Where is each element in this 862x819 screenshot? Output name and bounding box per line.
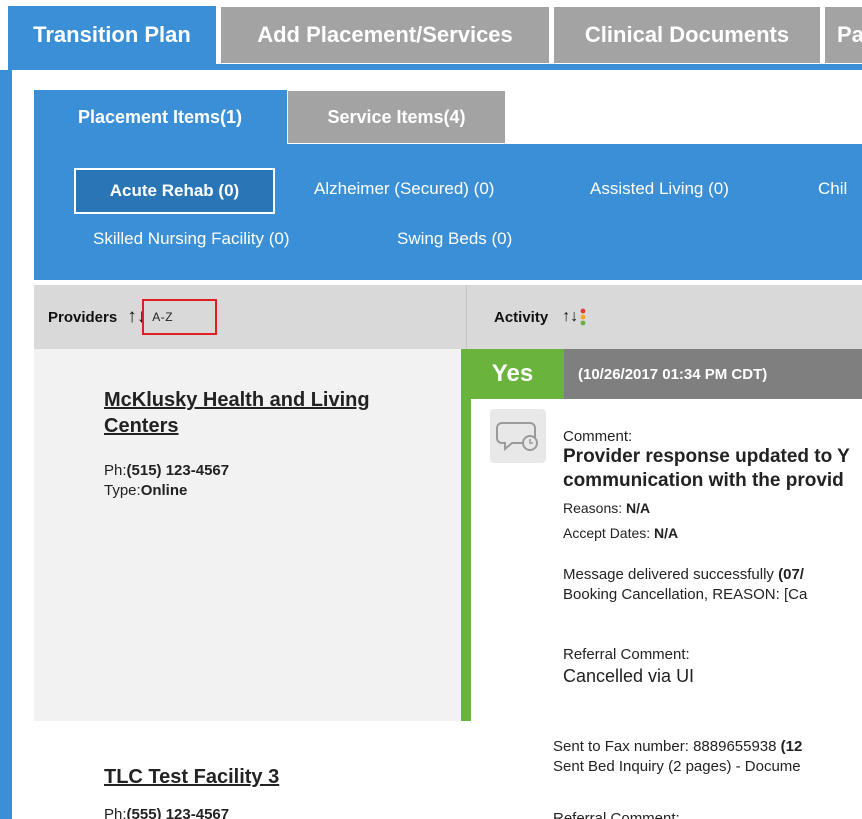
category-label: Acute Rehab (0) [109, 181, 240, 200]
transition-plan-window: Transition Plan Add Placement/Services C… [0, 0, 862, 819]
tab-placement-items[interactable]: Placement Items(1) [34, 90, 286, 144]
activity-header: Activity ↑↓ [467, 285, 862, 349]
provider-name-line: McKlusky Health and Living [104, 389, 370, 411]
category-alzheimer[interactable]: Alzheimer (Secured) (0) [314, 179, 494, 199]
message-delivered-line: Message delivered successfully (07/ [563, 566, 804, 583]
status-text: Yes [491, 360, 534, 387]
provider-name-line: Centers [104, 415, 179, 437]
activity-timestamp: (10/26/2017 01:34 PM CDT) [578, 365, 768, 383]
tab-label: Add Placement/Services [257, 22, 513, 47]
bed-inquiry-line: Sent Bed Inquiry (2 pages) - Docume [553, 758, 801, 775]
booking-cancellation-line: Booking Cancellation, REASON: [Ca [563, 586, 808, 603]
referral-comment-label-partial: Referral Comment: [553, 810, 680, 819]
category-label: Assisted Living (0) [590, 179, 729, 198]
tab-clinical-documents[interactable]: Clinical Documents [553, 6, 821, 64]
placement-panel: Placement Items(1) Service Items(4) Acut… [34, 90, 862, 280]
top-tab-bar: Transition Plan Add Placement/Services C… [8, 6, 862, 66]
comment-label: Comment: [563, 428, 633, 445]
tab-add-placement-services[interactable]: Add Placement/Services [220, 6, 550, 64]
reasons-label: Reasons: [563, 500, 627, 516]
subtab-label: Service Items(4) [327, 106, 466, 127]
left-edge-bar [0, 70, 12, 819]
tab-partial[interactable]: Pa [824, 6, 862, 64]
reasons-line: Reasons: N/A [563, 500, 650, 516]
provider-type: Type:Online [104, 482, 187, 499]
message-date: (07/ [778, 566, 804, 583]
comment-text: communication with the provid [563, 470, 844, 491]
category-acute-rehab[interactable]: Acute Rehab (0) [74, 168, 275, 214]
status-badge: Yes [461, 349, 564, 399]
referral-comment-value: Cancelled via UI [563, 666, 695, 686]
tab-label: Pa [837, 22, 862, 47]
referral-comment-label: Referral Comment: [563, 646, 690, 663]
category-label: Skilled Nursing Facility (0) [93, 229, 290, 248]
tab-service-items[interactable]: Service Items(4) [287, 90, 506, 144]
message-text: Message delivered successfully [563, 566, 779, 583]
accept-dates-line: Accept Dates: N/A [563, 525, 678, 541]
tab-transition-plan[interactable]: Transition Plan [8, 6, 216, 64]
fax-date: (12 [780, 738, 803, 755]
sort-highlight-box [142, 299, 217, 335]
fax-text: Sent to Fax number: 8889655938 [553, 738, 781, 755]
category-label: Chil [818, 179, 848, 198]
provider-phone: Ph:(555) 123-4567 [104, 806, 229, 819]
subtab-label: Placement Items(1) [77, 106, 243, 127]
providers-header: Providers ↑↓ A-Z [34, 285, 466, 349]
activity-header-label: Activity [494, 308, 549, 326]
reasons-value: N/A [626, 500, 651, 516]
subtab-spacer [506, 90, 862, 144]
category-label: Alzheimer (Secured) (0) [314, 179, 495, 198]
category-partial[interactable]: Chil [818, 179, 847, 199]
activity-card-header: (10/26/2017 01:34 PM CDT) [564, 349, 862, 399]
category-swing-beds[interactable]: Swing Beds (0) [397, 229, 512, 249]
provider-name-line: TLC Test Facility 3 [104, 766, 280, 788]
category-assisted-living[interactable]: Assisted Living (0) [590, 179, 729, 199]
phone-label: Ph: [104, 462, 127, 479]
provider-phone: Ph:(515) 123-4567 [104, 462, 229, 479]
comment-text: Provider response updated to Y [563, 446, 850, 467]
phone-value: (515) 123-4567 [126, 462, 230, 479]
provider-name-link[interactable]: McKlusky Health and Living Centers [104, 387, 370, 439]
phone-label: Ph: [104, 806, 127, 819]
status-bar [461, 349, 471, 721]
comment-clock-icon [490, 409, 546, 463]
activity-sort-arrows-icon[interactable]: ↑↓ [562, 308, 578, 326]
type-value: Online [140, 482, 188, 499]
tab-underline [8, 64, 862, 70]
category-skilled-nursing[interactable]: Skilled Nursing Facility (0) [93, 229, 290, 249]
type-label: Type: [104, 482, 141, 499]
fax-sent-line: Sent to Fax number: 8889655938 (12 [553, 738, 802, 755]
category-label: Swing Beds (0) [397, 229, 513, 248]
accept-value: N/A [654, 525, 679, 541]
phone-value: (555) 123-4567 [126, 806, 230, 819]
providers-header-label: Providers [48, 308, 118, 326]
tab-label: Clinical Documents [584, 22, 790, 47]
sort-dots-icon[interactable] [580, 307, 586, 327]
accept-label: Accept Dates: [563, 525, 655, 541]
provider-name-link[interactable]: TLC Test Facility 3 [104, 764, 279, 790]
tab-label: Transition Plan [33, 22, 191, 47]
